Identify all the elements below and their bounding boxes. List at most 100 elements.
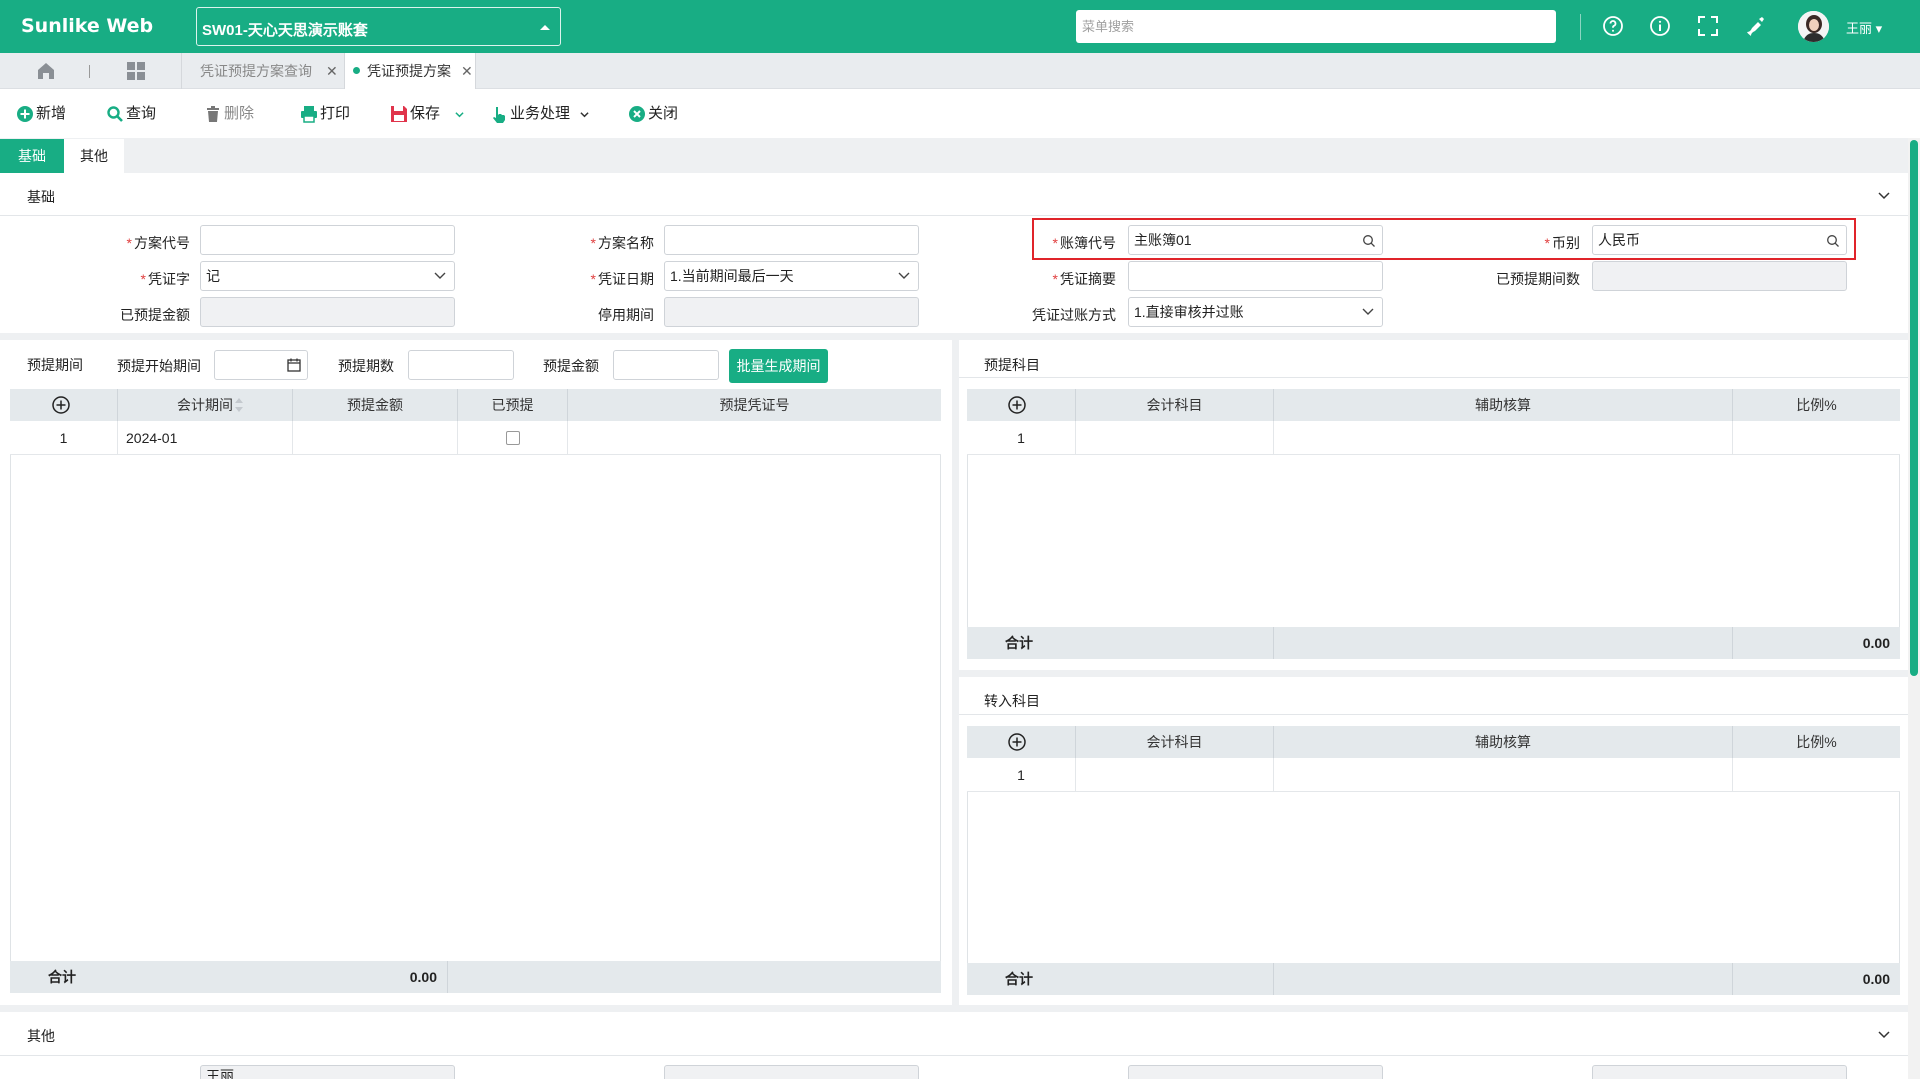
voucher-date-label: * 凭证日期 — [590, 271, 654, 287]
plus-circle-icon[interactable] — [1007, 732, 1027, 752]
disable-period-label: 停用期间 — [598, 307, 654, 323]
basic-section-title: 基础 — [27, 189, 55, 205]
add-row-cell[interactable] — [10, 389, 118, 421]
batch-generate-button[interactable]: 批量生成期间 — [729, 349, 828, 383]
ratio-cell[interactable] — [1733, 758, 1900, 791]
delete-label: 删除 — [224, 105, 255, 122]
voucher-word-value: 记 — [206, 268, 220, 284]
sum-value: 0.00 — [1862, 971, 1890, 987]
avatar[interactable] — [1798, 11, 1829, 42]
print-button[interactable]: 打印 — [300, 103, 360, 125]
tab-other[interactable]: 其他 — [64, 139, 124, 173]
page-tab-bar: 凭证预提方案查询 ✕ 凭证预提方案 ✕ — [0, 53, 1920, 89]
chevron-down-icon[interactable] — [1878, 1031, 1890, 1039]
chevron-down-icon[interactable] — [580, 110, 589, 119]
sum-label-cell: 合计 — [10, 961, 283, 993]
period-cell[interactable]: 2024-01 — [118, 421, 293, 454]
period-count-input[interactable] — [408, 350, 514, 380]
info-icon[interactable] — [1648, 14, 1672, 38]
voucher-date-select[interactable]: 1.当前期间最后一天 — [664, 261, 919, 291]
hand-pointer-icon — [493, 107, 505, 123]
close-icon[interactable]: ✕ — [461, 53, 473, 89]
add-row-cell[interactable] — [967, 726, 1076, 758]
chevron-down-icon[interactable] — [455, 110, 464, 119]
plan-name-label: * 方案名称 — [590, 235, 654, 251]
account-selector[interactable]: SW01-天心天思演示账套 — [196, 7, 561, 46]
save-label: 保存 — [410, 105, 441, 122]
disable-period-field — [664, 297, 919, 327]
voucher-summary-input[interactable] — [1128, 261, 1383, 291]
posting-mode-label: 凭证过账方式 — [1032, 307, 1116, 323]
other-field-2 — [664, 1065, 919, 1079]
accrued-cell[interactable] — [458, 421, 568, 454]
auxiliary-cell[interactable] — [1274, 758, 1733, 791]
floppy-disk-icon — [391, 106, 407, 122]
col-accounting-period[interactable]: 会计期间 — [118, 389, 293, 421]
table-row[interactable]: 1 2024-01 — [10, 421, 941, 455]
menu-search-input[interactable] — [1076, 10, 1556, 43]
voucher-no-cell[interactable] — [568, 421, 941, 454]
active-dot-icon — [353, 67, 360, 74]
ratio-cell[interactable] — [1733, 421, 1900, 454]
col-voucher-no-label: 预提凭证号 — [719, 397, 790, 413]
delete-button[interactable]: 删除 — [204, 103, 264, 125]
close-icon[interactable]: ✕ — [326, 53, 338, 89]
voucher-word-select[interactable]: 记 — [200, 261, 455, 291]
add-row-cell[interactable] — [967, 389, 1076, 421]
tab-voucher-plan[interactable]: 凭证预提方案 — [344, 53, 476, 89]
row-number: 1 — [59, 429, 68, 446]
voucher-summary-label-text: 凭证摘要 — [1060, 271, 1116, 287]
save-button[interactable]: 保存 — [390, 103, 470, 125]
other-field-1-value: 王丽 — [206, 1068, 234, 1079]
other-field-4 — [1592, 1065, 1847, 1079]
start-period-input[interactable] — [214, 350, 308, 380]
transfer-accounts-sum-row: 合计 0.00 — [967, 963, 1900, 995]
apps-grid-icon[interactable] — [126, 61, 146, 81]
voucher-date-label-text: 凭证日期 — [598, 271, 654, 287]
col-account-label: 会计科目 — [1146, 734, 1203, 750]
sum-spacer — [1076, 627, 1274, 659]
col-account: 会计科目 — [1076, 389, 1274, 421]
business-process-button[interactable]: 业务处理 — [490, 103, 600, 125]
plan-name-label-text: 方案名称 — [598, 235, 654, 251]
account-cell[interactable] — [1076, 758, 1274, 791]
auxiliary-cell[interactable] — [1274, 421, 1733, 454]
posting-mode-select[interactable]: 1.直接审核并过账 — [1128, 297, 1383, 327]
plan-name-input[interactable] — [664, 225, 919, 255]
col-account-label: 会计科目 — [1146, 397, 1203, 413]
voucher-word-label-text: 凭证字 — [148, 271, 190, 287]
accrual-accounts-sum-row: 合计 0.00 — [967, 627, 1900, 659]
close-button[interactable]: 关闭 — [628, 103, 688, 125]
sort-icon[interactable] — [234, 397, 244, 413]
add-button[interactable]: 新增 — [16, 103, 76, 125]
plus-circle-icon — [17, 106, 33, 122]
col-auxiliary-label: 辅助核算 — [1475, 734, 1531, 750]
account-cell[interactable] — [1076, 421, 1274, 454]
plan-code-input[interactable] — [200, 225, 455, 255]
plus-circle-icon[interactable] — [51, 395, 71, 415]
accrued-checkbox[interactable] — [506, 431, 520, 445]
posting-mode-value: 1.直接审核并过账 — [1134, 304, 1244, 320]
row-number-cell: 1 — [967, 758, 1076, 791]
table-row[interactable]: 1 — [967, 421, 1900, 455]
page-scrollbar-thumb[interactable] — [1910, 140, 1918, 676]
fullscreen-icon[interactable] — [1696, 14, 1720, 38]
plus-circle-icon[interactable] — [1007, 395, 1027, 415]
voucher-summary-label: * 凭证摘要 — [1052, 271, 1116, 287]
accrual-amount-input[interactable] — [613, 350, 719, 380]
calendar-icon[interactable] — [287, 358, 301, 372]
tab-basic[interactable]: 基础 — [0, 139, 64, 173]
row-number-cell: 1 — [10, 421, 118, 454]
col-accounting-period-label: 会计期间 — [177, 397, 233, 413]
caret-up-icon — [540, 25, 550, 30]
chevron-down-icon[interactable] — [1878, 192, 1890, 200]
home-icon[interactable] — [35, 60, 57, 82]
table-row[interactable]: 1 — [967, 758, 1900, 792]
col-account: 会计科目 — [1076, 726, 1274, 758]
query-button[interactable]: 查询 — [106, 103, 166, 125]
help-icon[interactable] — [1601, 14, 1625, 38]
tab-voucher-plan-query[interactable]: 凭证预提方案查询 — [200, 53, 312, 89]
amount-cell[interactable] — [293, 421, 458, 454]
user-name[interactable]: 王丽 ▾ — [1846, 18, 1882, 37]
skin-icon[interactable] — [1743, 14, 1767, 38]
